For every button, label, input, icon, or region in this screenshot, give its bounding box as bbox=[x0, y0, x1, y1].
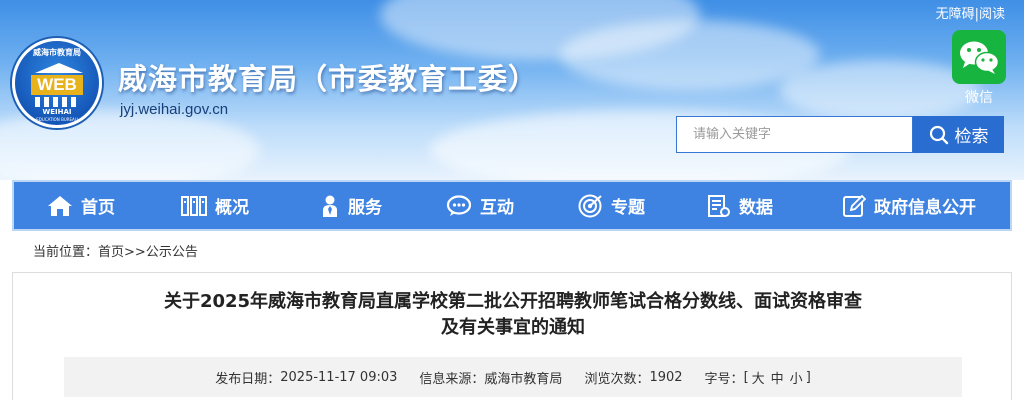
nav-item-overview[interactable]: 概况 bbox=[181, 182, 249, 229]
article-title: 关于2025年威海市教育局直属学校第二批公开招聘教师笔试合格分数线、面试资格审查… bbox=[163, 291, 863, 338]
nav-item-data[interactable]: 数据 bbox=[707, 182, 773, 229]
font-size-medium-button[interactable]: 中 bbox=[768, 368, 787, 387]
nav-item-service[interactable]: 服务 bbox=[320, 182, 382, 229]
service-icon bbox=[323, 195, 337, 217]
breadcrumb-home-link[interactable]: 首页 bbox=[98, 245, 124, 260]
wechat-icon[interactable] bbox=[952, 30, 1006, 84]
publish-date: 2025-11-17 09:03 bbox=[280, 369, 398, 385]
topic-icon bbox=[578, 194, 602, 217]
home-icon bbox=[48, 195, 72, 216]
interact-icon bbox=[446, 194, 472, 216]
overview-icon bbox=[181, 195, 207, 216]
wechat-label: 微信 bbox=[965, 90, 993, 106]
nav-item-home[interactable]: 首页 bbox=[47, 182, 115, 229]
article-panel: 关于2025年威海市教育局直属学校第二批公开招聘教师笔试合格分数线、面试资格审查… bbox=[12, 272, 1012, 400]
search-icon bbox=[929, 125, 948, 144]
header-banner: 威海市教育局 WEB WEIHAI EDUCATION BUREAU 威海市教育… bbox=[0, 0, 1024, 180]
search-button-label: 检索 bbox=[954, 127, 989, 147]
font-size-large-button[interactable]: 大 bbox=[749, 368, 768, 387]
nav-item-topic[interactable]: 专题 bbox=[577, 182, 645, 229]
data-icon bbox=[708, 194, 730, 217]
gov-info-icon bbox=[843, 194, 866, 217]
search-button[interactable]: 检索 bbox=[913, 116, 1004, 153]
main-nav: 首页 概况 服务 互动 专题 数据 政府信息公开 bbox=[12, 180, 1012, 231]
site-url: jyj.weihai.gov.cn bbox=[120, 101, 229, 118]
font-size-small-button[interactable]: 小 bbox=[787, 368, 806, 387]
article-meta: 发布日期： 2025-11-17 09:03 信息来源： 威海市教育局 浏览次数： 1… bbox=[64, 357, 962, 397]
nav-item-gov-info[interactable]: 政府信息公开 bbox=[842, 182, 976, 229]
view-count: 1902 bbox=[649, 369, 683, 385]
info-source: 威海市教育局 bbox=[484, 371, 563, 387]
site-logo[interactable]: 威海市教育局 WEB WEIHAI EDUCATION BUREAU bbox=[12, 38, 102, 128]
accessibility-reading-link[interactable]: 无障碍|阅读 bbox=[936, 3, 1005, 22]
breadcrumb: 当前位置：首页>>公示公告 bbox=[33, 245, 198, 260]
site-title[interactable]: 威海市教育局（市委教育工委） bbox=[118, 56, 538, 98]
breadcrumb-current-link[interactable]: 公示公告 bbox=[146, 245, 198, 260]
nav-item-interact[interactable]: 互动 bbox=[446, 182, 514, 229]
search-input[interactable] bbox=[676, 116, 913, 153]
